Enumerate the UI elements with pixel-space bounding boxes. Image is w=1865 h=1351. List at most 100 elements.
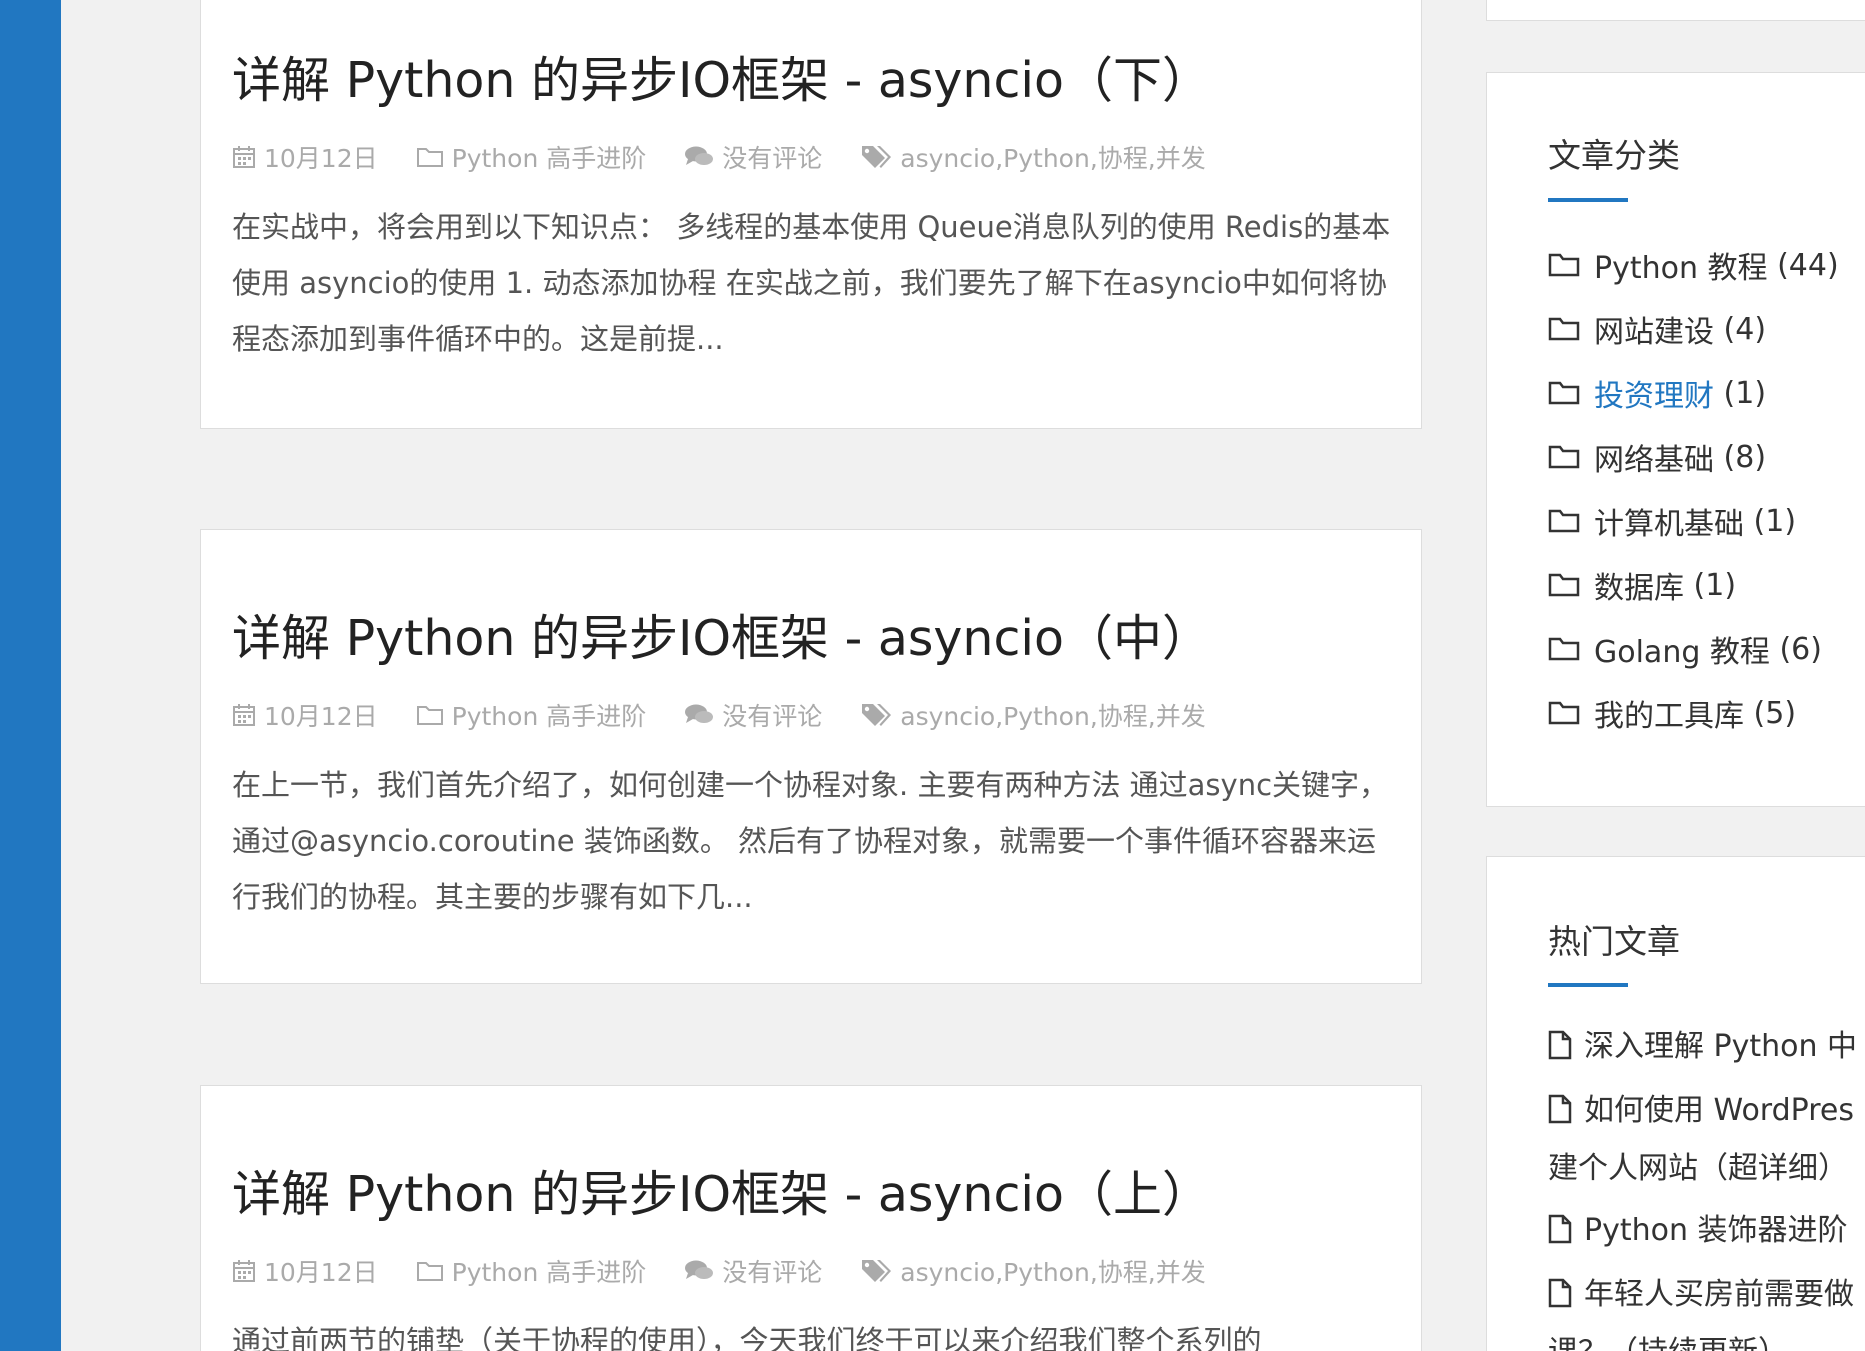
comments-icon — [685, 146, 714, 165]
post-date-text: 10月12日 — [264, 1258, 378, 1287]
comments-icon — [685, 704, 714, 723]
hot-post-item[interactable]: 如何使用 WordPres — [1548, 1091, 1854, 1131]
category-item[interactable]: 网站建设 (4) — [1548, 307, 1766, 351]
post-comments-link[interactable]: 没有评论 — [722, 1253, 822, 1289]
hot-post-title[interactable]: 年轻人买房前需要做 — [1584, 1277, 1854, 1312]
category-count: (44) — [1777, 247, 1839, 283]
hot-posts-widget: 热门文章 深入理解 Python 中 如何使用 WordPres 建个人网站（超… — [1486, 856, 1865, 1351]
post-excerpt: 通过前两节的铺垫（关于协程的使用），今天我们终于可以来介绍我们整个系列的 — [232, 1324, 1262, 1351]
widget-title: 文章分类 — [1548, 136, 1680, 175]
category-count: (4) — [1723, 311, 1767, 347]
post-title[interactable]: 详解 Python 的异步IO框架 - asyncio（下） — [232, 51, 1211, 111]
folder-icon — [1548, 445, 1580, 469]
post-comments[interactable]: 没有评论 — [684, 139, 822, 175]
post-tags-links[interactable]: asyncio,Python,协程,并发 — [900, 1253, 1205, 1289]
post-card: 详解 Python 的异步IO框架 - asyncio（下） 10月12日 Py… — [200, 0, 1422, 429]
post-category-link[interactable]: Python 高手进阶 — [452, 139, 647, 175]
post-category[interactable]: Python 高手进阶 — [416, 697, 647, 733]
category-name[interactable]: 网络基础 — [1594, 435, 1714, 479]
post-meta: 10月12日 Python 高手进阶 没有评论 asyncio,Python,协… — [232, 1253, 1244, 1289]
hot-post-item[interactable]: Python 装饰器进阶 — [1548, 1211, 1848, 1251]
post-tags-links[interactable]: asyncio,Python,协程,并发 — [900, 139, 1205, 175]
post-excerpt: 在上一节，我们首先介绍了，如何创建一个协程对象. 主要有两种方法 通过async… — [232, 768, 1389, 914]
post-date-text: 10月12日 — [264, 144, 378, 173]
category-name[interactable]: Python 教程 — [1594, 243, 1768, 287]
category-item[interactable]: 计算机基础 (1) — [1548, 499, 1796, 543]
category-name[interactable]: 我的工具库 — [1594, 691, 1744, 735]
post-tags: asyncio,Python,协程,并发 — [860, 139, 1206, 175]
calendar-icon — [233, 146, 255, 168]
tags-icon — [862, 704, 892, 726]
widget-title-underline — [1548, 983, 1628, 987]
post-date: 10月12日 — [232, 139, 378, 175]
category-name[interactable]: 投资理财 — [1594, 371, 1714, 415]
document-icon — [1548, 1030, 1572, 1060]
category-count: (1) — [1723, 375, 1767, 411]
widget-title: 热门文章 — [1548, 922, 1680, 961]
folder-icon — [1548, 509, 1580, 533]
sidebar-widget-top — [1486, 0, 1865, 21]
post-comments[interactable]: 没有评论 — [684, 697, 822, 733]
page: 详解 Python 的异步IO框架 - asyncio（下） 10月12日 Py… — [0, 0, 1865, 1351]
category-name[interactable]: 数据库 — [1594, 563, 1684, 607]
post-category-link[interactable]: Python 高手进阶 — [452, 1253, 647, 1289]
category-item[interactable]: 数据库 (1) — [1548, 563, 1736, 607]
hot-post-title[interactable]: 如何使用 WordPres — [1584, 1093, 1854, 1128]
category-item[interactable]: 投资理财 (1) — [1548, 371, 1766, 415]
document-icon — [1548, 1214, 1572, 1244]
hot-post-title[interactable]: Python 装饰器进阶 — [1584, 1213, 1848, 1248]
hot-post-item[interactable]: 深入理解 Python 中 — [1548, 1027, 1857, 1067]
post-date: 10月12日 — [232, 697, 378, 733]
hot-post-item[interactable]: 年轻人买房前需要做 — [1548, 1275, 1854, 1315]
category-count: (8) — [1723, 439, 1767, 475]
categories-widget: 文章分类 Python 教程 (44) 网站建设 (4) 投资理财 (1) 网络… — [1486, 72, 1865, 807]
category-count: (1) — [1753, 503, 1797, 539]
post-tags-links[interactable]: asyncio,Python,协程,并发 — [900, 697, 1205, 733]
category-item[interactable]: Python 教程 (44) — [1548, 243, 1839, 287]
folder-icon — [1548, 381, 1580, 405]
category-item[interactable]: Golang 教程 (6) — [1548, 627, 1822, 671]
post-title[interactable]: 详解 Python 的异步IO框架 - asyncio（上） — [232, 1165, 1211, 1225]
category-name[interactable]: 网站建设 — [1594, 307, 1714, 351]
widget-title-underline — [1548, 198, 1628, 202]
post-comments-link[interactable]: 没有评论 — [722, 697, 822, 733]
folder-icon — [416, 148, 443, 167]
post-tags: asyncio,Python,协程,并发 — [860, 697, 1206, 733]
post-tags: asyncio,Python,协程,并发 — [860, 1253, 1206, 1289]
hot-post-title[interactable]: 建个人网站（超详细） — [1548, 1151, 1848, 1186]
category-item[interactable]: 我的工具库 (5) — [1548, 691, 1796, 735]
post-category[interactable]: Python 高手进阶 — [416, 139, 647, 175]
post-category-link[interactable]: Python 高手进阶 — [452, 697, 647, 733]
folder-icon — [416, 1262, 443, 1281]
left-accent-bar — [0, 0, 61, 1351]
post-comments-link[interactable]: 没有评论 — [722, 139, 822, 175]
category-item[interactable]: 网络基础 (8) — [1548, 435, 1766, 479]
document-icon — [1548, 1278, 1572, 1308]
hot-post-title[interactable]: 课？（持续更新） — [1548, 1335, 1788, 1351]
post-date: 10月12日 — [232, 1253, 378, 1289]
post-meta: 10月12日 Python 高手进阶 没有评论 asyncio,Python,协… — [232, 139, 1244, 175]
category-count: (1) — [1693, 567, 1737, 603]
post-date-text: 10月12日 — [264, 702, 378, 731]
folder-icon — [416, 706, 443, 725]
hot-post-item-continuation[interactable]: 建个人网站（超详细） — [1548, 1149, 1848, 1189]
post-category[interactable]: Python 高手进阶 — [416, 1253, 647, 1289]
category-name[interactable]: 计算机基础 — [1594, 499, 1744, 543]
post-meta: 10月12日 Python 高手进阶 没有评论 asyncio,Python,协… — [232, 697, 1244, 733]
folder-icon — [1548, 317, 1580, 341]
post-card: 详解 Python 的异步IO框架 - asyncio（中） 10月12日 Py… — [200, 529, 1422, 984]
folder-icon — [1548, 253, 1580, 277]
calendar-icon — [233, 1260, 255, 1282]
post-excerpt: 在实战中，将会用到以下知识点： 多线程的基本使用 Queue消息队列的使用 Re… — [232, 210, 1391, 356]
post-title[interactable]: 详解 Python 的异步IO框架 - asyncio（中） — [232, 609, 1211, 669]
hot-post-title[interactable]: 深入理解 Python 中 — [1584, 1029, 1857, 1064]
folder-icon — [1548, 637, 1580, 661]
post-comments[interactable]: 没有评论 — [684, 1253, 822, 1289]
hot-post-item-continuation[interactable]: 课？（持续更新） — [1548, 1333, 1788, 1351]
folder-icon — [1548, 573, 1580, 597]
document-icon — [1548, 1094, 1572, 1124]
category-name[interactable]: Golang 教程 — [1594, 627, 1770, 671]
calendar-icon — [233, 704, 255, 726]
tags-icon — [862, 1260, 892, 1282]
comments-icon — [685, 1260, 714, 1279]
